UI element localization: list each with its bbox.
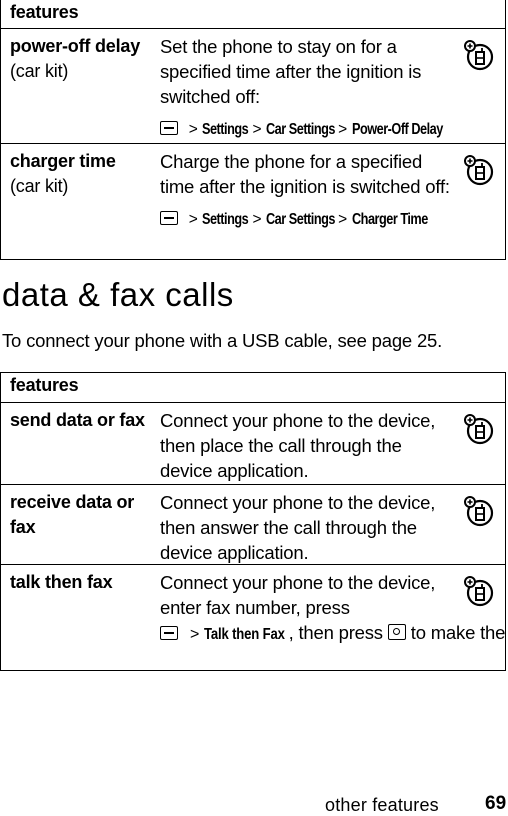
network-phone-icon	[464, 414, 494, 445]
menu-path: > Settings > Car Settings > Charger Time	[160, 207, 460, 232]
feature-name-bold: charger time	[10, 151, 116, 171]
menu-key-icon	[160, 626, 178, 640]
path-separator: >	[188, 211, 198, 228]
path-item: Charger Time	[351, 211, 428, 228]
path-item: Car Settings	[265, 121, 335, 138]
path-separator: >	[252, 121, 262, 138]
feature-name-bold: send data or fax	[10, 410, 145, 430]
feature-name: send data or fax	[10, 408, 145, 433]
feature-name-bold: receive data or fax	[10, 492, 135, 537]
page-number: 69	[485, 793, 507, 814]
menu-item-talk-then-fax: Talk then Fax	[204, 626, 285, 643]
menu-path: > Settings > Car Settings > Power-Off Delay	[160, 117, 460, 142]
table-row: charger time (car kit) Charge the phone …	[1, 144, 505, 258]
feature-note: (car kit)	[10, 176, 69, 196]
feature-name-bold: talk then fax	[10, 572, 113, 592]
feature-note: (car kit)	[10, 61, 69, 81]
path-item: Car Settings	[265, 211, 335, 228]
feature-name: power-off delay (car kit)	[10, 34, 150, 84]
feature-description: Charge the phone for a specified time af…	[160, 149, 460, 232]
feature-name-bold: power-off delay	[10, 36, 141, 56]
table-row: power-off delay (car kit) Set the phone …	[1, 29, 505, 144]
feature-description: Connect your phone to the device, then p…	[160, 410, 436, 481]
network-phone-icon	[464, 40, 494, 71]
feature-description: Connect your phone to the device, enter …	[160, 570, 508, 647]
description-text: to make the call.	[410, 622, 508, 643]
path-separator: >	[338, 121, 347, 138]
table-header: features	[1, 0, 505, 29]
path-item: Power-Off Delay	[351, 121, 443, 138]
send-key-icon	[387, 624, 406, 640]
feature-description: Set the phone to stay on for a specified…	[160, 34, 460, 142]
feature-description: Connect your phone to the device, then a…	[160, 492, 436, 563]
description-text: , then press	[288, 622, 383, 643]
network-phone-icon	[464, 155, 494, 186]
path-item: Settings	[202, 211, 249, 228]
footer-section-label: other features	[325, 795, 439, 815]
feature-name: talk then fax	[10, 570, 150, 595]
table-row: send data or fax Connect your phone to t…	[1, 403, 505, 485]
network-phone-icon	[464, 496, 494, 527]
table-header: features	[1, 373, 505, 403]
network-phone-icon	[464, 576, 494, 607]
description-text: Charge the phone for a specified time af…	[160, 151, 450, 197]
description-line: >Talk then Fax, then press to make the c…	[160, 620, 508, 647]
table-row: talk then fax Connect your phone to the …	[1, 565, 508, 670]
features-table-car-kit: features power-off delay (car kit) Set t…	[0, 0, 506, 260]
path-separator: >	[188, 121, 198, 138]
path-separator: >	[252, 211, 262, 228]
description-text: Set the phone to stay on for a specified…	[160, 36, 422, 107]
section-intro: To connect your phone with a USB cable, …	[2, 330, 443, 351]
feature-name: charger time (car kit)	[10, 149, 150, 199]
path-separator: >	[338, 211, 347, 228]
features-table-data-fax: features send data or fax Connect your p…	[0, 372, 508, 671]
menu-key-icon	[160, 211, 178, 225]
table-row: receive data or fax Connect your phone t…	[1, 485, 505, 565]
section-title: data & fax calls	[2, 276, 234, 313]
feature-name: receive data or fax	[10, 490, 145, 540]
description-text: Connect your phone to the device, enter …	[160, 572, 436, 618]
menu-key-icon	[160, 121, 178, 135]
path-separator: >	[189, 626, 200, 643]
path-item: Settings	[202, 121, 249, 138]
